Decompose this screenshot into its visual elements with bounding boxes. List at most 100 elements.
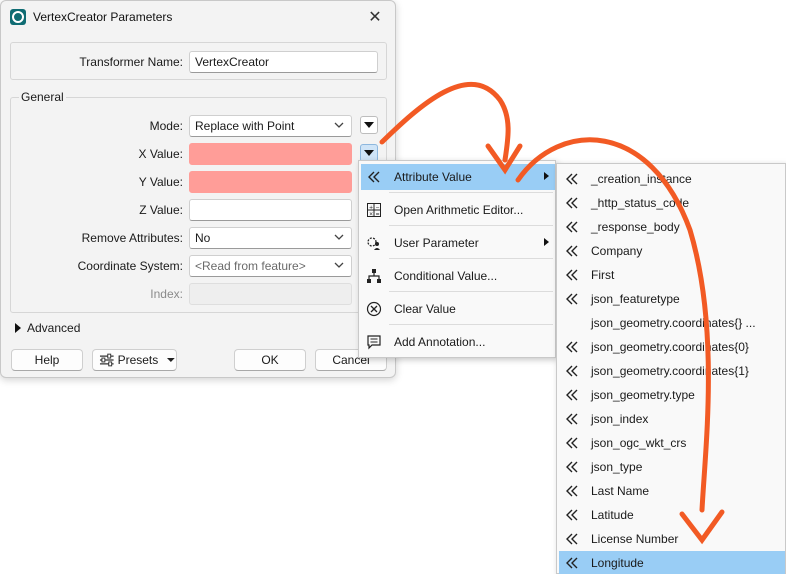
submenu-item-label: json_index [591,412,649,426]
attribute-icon [566,533,578,545]
submenu-item[interactable]: License Number [559,527,785,551]
submenu-item-label: json_geometry.coordinates{1} [591,364,749,378]
submenu-item-label: First [591,268,615,282]
coordinate-system-select[interactable]: <Read from feature> [189,255,352,277]
menu-divider [389,324,553,325]
dropdown-triangle-icon [364,150,374,156]
submenu-item-label: Longitude [591,556,644,570]
svg-text:−: − [376,205,380,211]
submenu-item[interactable]: json_index [559,407,785,431]
mode-menu-button[interactable] [360,116,378,134]
attribute-icon [566,173,578,185]
submenu-item[interactable]: json_geometry.coordinates{1} [559,359,785,383]
transformer-name-label: Transformer Name: [79,55,183,69]
advanced-label: Advanced [27,321,81,335]
svg-text:=: = [376,212,380,218]
attribute-value-submenu: _creation_instance _http_status_code _resp… [556,163,786,574]
mode-label: Mode: [149,119,183,133]
general-group-title: General [19,90,66,104]
submenu-item-label: json_geometry.type [591,388,695,402]
advanced-section-toggle[interactable]: Advanced [15,321,80,335]
submenu-item[interactable]: json_geometry.coordinates{} ... [559,311,785,335]
submenu-item-label: _creation_instance [591,172,692,186]
attribute-icon [566,293,578,305]
mode-select[interactable]: Replace with Point [189,115,352,137]
remove-attributes-value: No [195,231,211,245]
submenu-item-label: _http_status_code [591,196,690,210]
coordinate-system-label: Coordinate System: [77,259,183,273]
x-value-label: X Value: [138,147,183,161]
svg-text:+: + [369,205,373,211]
dropdown-triangle-icon [167,358,176,362]
y-value-input[interactable] [189,171,352,193]
attribute-icon [566,245,578,257]
value-context-menu: Attribute Value + − × = Open Arithmetic Edi… [358,160,556,358]
submenu-item-label: Company [591,244,643,258]
help-button[interactable]: Help [11,349,83,371]
ok-button[interactable]: OK [234,349,306,371]
z-value-label: Z Value: [139,203,183,217]
title-bar: VertexCreator Parameters ✕ [1,1,395,33]
menu-item-arithmetic-editor[interactable]: + − × = Open Arithmetic Editor... [361,197,555,223]
submenu-item[interactable]: Last Name [559,479,785,503]
attribute-icon [566,461,578,473]
menu-item-label: Clear Value [394,302,456,316]
attribute-icon [566,413,578,425]
menu-item-conditional-value[interactable]: Conditional Value... [361,263,555,289]
menu-divider [389,291,553,292]
coordinate-system-value: <Read from feature> [195,259,306,273]
submenu-item[interactable]: json_type [559,455,785,479]
submenu-item[interactable]: json_ogc_wkt_crs [559,431,785,455]
chevron-down-icon [334,122,344,128]
submenu-item[interactable]: Company [559,239,785,263]
attribute-icon [566,509,578,521]
submenu-item-label: json_type [591,460,643,474]
attribute-icon [566,389,578,401]
z-value-input[interactable] [189,199,352,221]
arrow-path-to-menu [379,81,511,163]
remove-attributes-select[interactable]: No [189,227,352,249]
sliders-icon [99,353,114,367]
submenu-item[interactable]: _creation_instance [559,167,785,191]
close-button[interactable]: ✕ [363,6,387,28]
attribute-icon [566,485,578,497]
index-input [189,283,352,305]
submenu-item-label: json_featuretype [591,292,680,306]
x-value-input[interactable] [189,143,352,165]
menu-divider [389,258,553,259]
calculator-icon: + − × = [365,201,383,219]
menu-divider [389,192,553,193]
submenu-item[interactable]: json_geometry.coordinates{0} [559,335,785,359]
chevron-down-icon [334,262,344,268]
user-parameter-icon [365,234,383,252]
vertexcreator-dialog: VertexCreator Parameters ✕ Transformer N… [0,0,396,378]
submenu-item[interactable]: _response_body [559,215,785,239]
app-icon [10,9,26,25]
chevron-down-icon [334,234,344,240]
index-label: Index: [150,287,183,301]
menu-item-add-annotation[interactable]: Add Annotation... [361,329,555,355]
presets-label: Presets [117,353,159,367]
submenu-item-label: Last Name [591,484,650,498]
submenu-item-label: License Number [591,532,679,546]
submenu-item[interactable]: json_featuretype [559,287,785,311]
transformer-name-input[interactable]: VertexCreator [189,51,378,73]
submenu-item[interactable]: Longitude [559,551,785,574]
submenu-item-label: json_geometry.coordinates{0} [591,340,749,354]
submenu-item[interactable]: Latitude [559,503,785,527]
window-title: VertexCreator Parameters [33,10,173,24]
clear-icon [365,300,383,318]
menu-item-user-parameter[interactable]: User Parameter [361,230,555,256]
menu-item-attribute-value[interactable]: Attribute Value [361,164,555,190]
menu-item-label: Add Annotation... [394,335,486,349]
menu-item-label: Attribute Value [394,170,472,184]
attribute-icon [365,168,383,186]
submenu-item-label: _response_body [591,220,680,234]
presets-button[interactable]: Presets [92,349,177,371]
submenu-item[interactable]: json_geometry.type [559,383,785,407]
submenu-item[interactable]: First [559,263,785,287]
menu-divider [389,225,553,226]
submenu-item[interactable]: _http_status_code [559,191,785,215]
y-value-label: Y Value: [138,175,183,189]
menu-item-clear-value[interactable]: Clear Value [361,296,555,322]
